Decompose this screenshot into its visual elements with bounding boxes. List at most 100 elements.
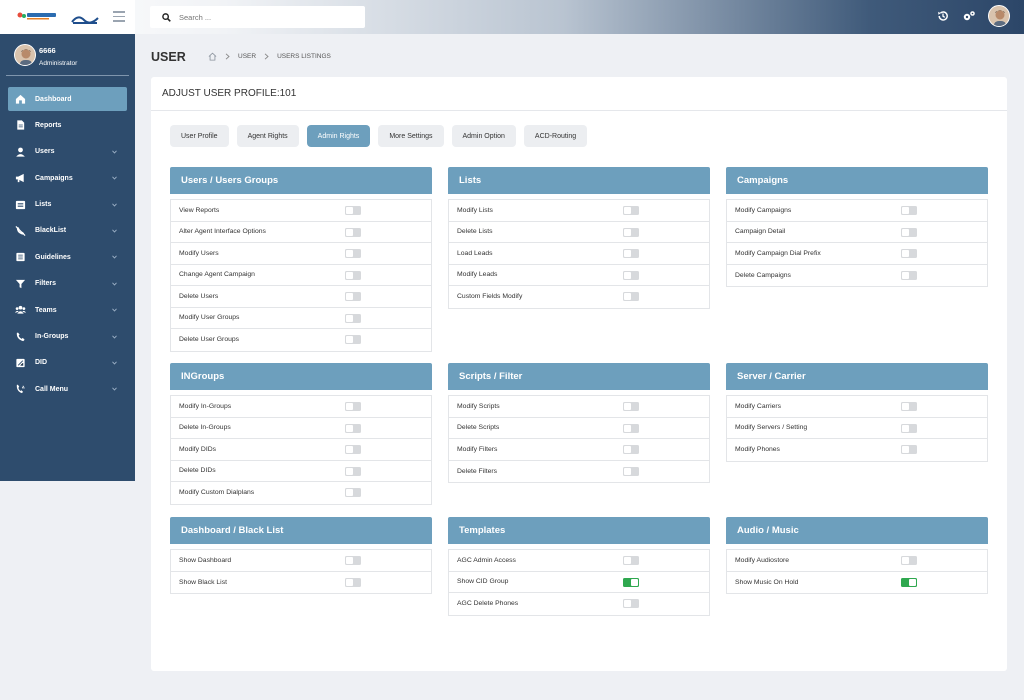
megaphone-icon bbox=[15, 173, 26, 184]
permission-toggle[interactable] bbox=[623, 292, 639, 301]
sidebar-item-users[interactable]: Users bbox=[8, 140, 127, 164]
permission-toggle[interactable] bbox=[901, 227, 917, 237]
did-icon bbox=[15, 357, 26, 368]
sidebar-item-label: Lists bbox=[35, 201, 52, 209]
permission-label: View Reports bbox=[179, 206, 220, 214]
tab-acd-routing[interactable]: ACD-Routing bbox=[523, 125, 588, 147]
permission-row: Modify User Groups bbox=[171, 308, 431, 329]
panel-audio-music: Audio / Music Modify Audiostore Show Music… bbox=[726, 517, 988, 594]
permission-row: Delete Lists bbox=[449, 222, 709, 243]
permission-row: Modify Lists bbox=[449, 200, 709, 222]
permission-row: Delete User Groups bbox=[171, 329, 431, 351]
permission-toggle[interactable] bbox=[345, 227, 361, 237]
permission-toggle[interactable] bbox=[345, 423, 361, 433]
search-box[interactable] bbox=[150, 6, 365, 28]
sidebar-item-did[interactable]: DID bbox=[8, 351, 127, 375]
permission-toggle[interactable] bbox=[345, 313, 361, 323]
permission-toggle[interactable] bbox=[345, 445, 361, 454]
tab-agent-rights[interactable]: Agent Rights bbox=[236, 125, 299, 147]
permission-toggle[interactable] bbox=[345, 402, 361, 411]
permission-label: Delete DIDs bbox=[179, 467, 216, 475]
chevron-down-icon bbox=[112, 387, 117, 391]
sidebar-item-label: Teams bbox=[35, 306, 57, 314]
avatar[interactable] bbox=[988, 5, 1010, 27]
permission-toggle[interactable] bbox=[623, 599, 639, 608]
permission-row: Show Black List bbox=[171, 572, 431, 594]
chevron-down-icon bbox=[112, 176, 117, 180]
permission-toggle[interactable] bbox=[901, 556, 917, 565]
permission-toggle[interactable] bbox=[345, 270, 361, 280]
permission-toggle[interactable] bbox=[623, 466, 639, 476]
permission-toggle[interactable] bbox=[901, 270, 917, 280]
tab-more-settings[interactable]: More Settings bbox=[378, 125, 444, 147]
permission-toggle[interactable] bbox=[345, 335, 361, 344]
permission-toggle[interactable] bbox=[623, 445, 639, 454]
home-icon[interactable] bbox=[208, 52, 217, 61]
list-icon bbox=[15, 199, 26, 210]
permission-label: AGC Admin Access bbox=[457, 556, 516, 564]
card-title: ADJUST USER PROFILE:101 bbox=[151, 77, 1007, 111]
user-avatar bbox=[14, 44, 36, 66]
permission-toggle[interactable] bbox=[901, 445, 917, 454]
sidebar-item-label: Users bbox=[35, 148, 55, 156]
user-profile[interactable]: 6666 Administrator bbox=[6, 34, 129, 76]
sidebar-item-guidelines[interactable]: Guidelines bbox=[8, 245, 127, 269]
tab-admin-rights[interactable]: Admin Rights bbox=[306, 125, 371, 147]
brand-logo[interactable] bbox=[16, 11, 58, 21]
cogs-icon[interactable] bbox=[962, 9, 976, 23]
sidebar-item-in-groups[interactable]: In-Groups bbox=[8, 325, 127, 349]
permission-toggle[interactable] bbox=[623, 249, 639, 258]
permission-row: Modify Campaign Dial Prefix bbox=[727, 243, 987, 265]
permission-toggle[interactable] bbox=[901, 423, 917, 433]
permission-row: Modify Leads bbox=[449, 265, 709, 286]
permission-toggle[interactable] bbox=[345, 292, 361, 301]
sidebar-item-call-menu[interactable]: Call Menu bbox=[8, 377, 127, 401]
chevron-down-icon bbox=[112, 229, 117, 233]
sidebar-item-blacklist[interactable]: BlackList bbox=[8, 219, 127, 243]
permission-toggle[interactable] bbox=[345, 466, 361, 476]
sidebar-item-dashboard[interactable]: Dashboard bbox=[8, 87, 127, 111]
panel-title: Audio / Music bbox=[726, 517, 988, 544]
permission-label: Modify Custom Dialplans bbox=[179, 489, 255, 497]
permission-toggle[interactable] bbox=[901, 577, 917, 587]
history-icon[interactable] bbox=[936, 9, 950, 23]
sidebar-item-filters[interactable]: Filters bbox=[8, 272, 127, 296]
permission-toggle[interactable] bbox=[623, 270, 639, 280]
permission-toggle[interactable] bbox=[345, 206, 361, 215]
search-input[interactable] bbox=[179, 12, 349, 22]
permission-label: Delete Scripts bbox=[457, 424, 500, 432]
permission-toggle[interactable] bbox=[623, 556, 639, 565]
sidebar-item-reports[interactable]: Reports bbox=[8, 113, 127, 137]
permission-list: View Reports Alter Agent Interface Option… bbox=[170, 199, 432, 352]
tab-user-profile[interactable]: User Profile bbox=[170, 125, 229, 147]
permission-toggle[interactable] bbox=[345, 488, 361, 497]
permission-toggle[interactable] bbox=[623, 577, 639, 587]
sidebar-item-lists[interactable]: Lists bbox=[8, 193, 127, 217]
permission-toggle[interactable] bbox=[345, 577, 361, 587]
panel-campaigns: Campaigns Modify Campaigns Campaign Detail… bbox=[726, 167, 988, 287]
permission-toggle[interactable] bbox=[901, 402, 917, 411]
permission-toggle[interactable] bbox=[623, 206, 639, 215]
permission-row: Delete Users bbox=[171, 286, 431, 308]
tab-admin-option[interactable]: Admin Option bbox=[451, 125, 516, 147]
permission-label: Show Dashboard bbox=[179, 556, 232, 564]
permission-row: View Reports bbox=[171, 200, 431, 222]
permission-toggle[interactable] bbox=[623, 402, 639, 411]
permission-row: Modify Carriers bbox=[727, 396, 987, 418]
permission-label: Delete Campaigns bbox=[735, 271, 791, 279]
breadcrumb-item[interactable]: USER bbox=[238, 53, 256, 60]
sidebar-item-campaigns[interactable]: Campaigns bbox=[8, 166, 127, 190]
permission-toggle[interactable] bbox=[623, 423, 639, 433]
permission-toggle[interactable] bbox=[345, 249, 361, 258]
permission-toggle[interactable] bbox=[345, 556, 361, 565]
breadcrumb-item: USERS LISTINGS bbox=[277, 53, 331, 60]
menu-toggle-icon[interactable] bbox=[113, 11, 125, 22]
permission-row: Modify Servers / Setting bbox=[727, 418, 987, 439]
permission-list: AGC Admin Access Show CID Group AGC Delete… bbox=[448, 549, 710, 616]
permission-label: Modify User Groups bbox=[179, 314, 240, 322]
sidebar-item-teams[interactable]: Teams bbox=[8, 298, 127, 322]
permission-toggle[interactable] bbox=[901, 206, 917, 215]
permission-toggle[interactable] bbox=[901, 249, 917, 258]
permission-toggle[interactable] bbox=[623, 227, 639, 237]
permission-label: Modify Servers / Setting bbox=[735, 424, 808, 432]
